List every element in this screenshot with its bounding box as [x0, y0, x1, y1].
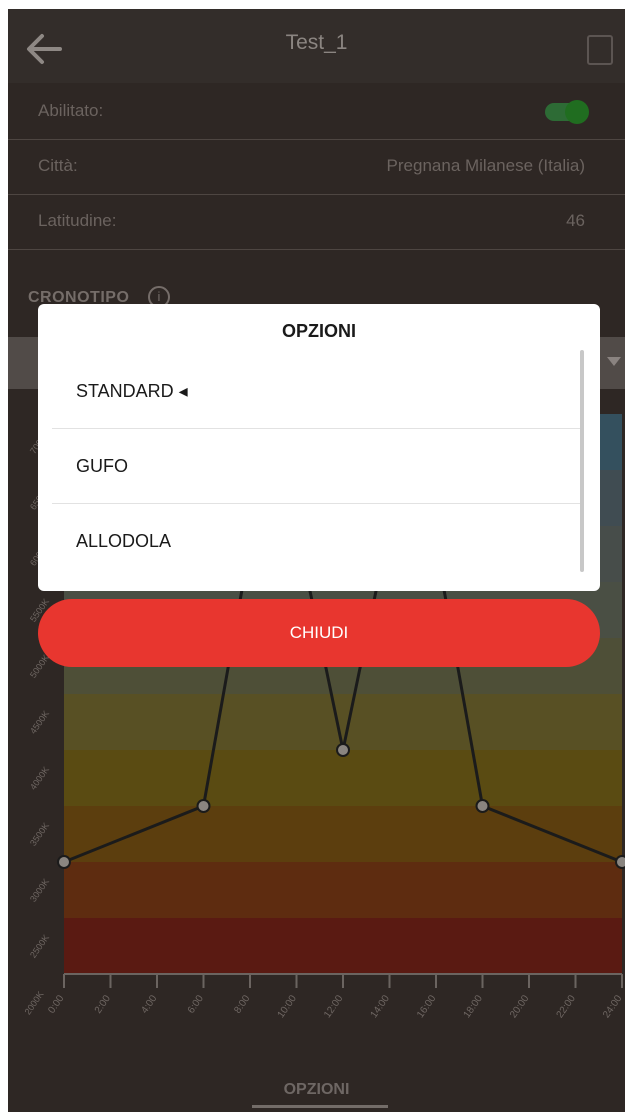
x-tick-label: 16:00 — [415, 993, 439, 1020]
chart-band — [64, 750, 622, 806]
x-tick-label: 0:00 — [46, 993, 66, 1016]
save-icon[interactable] — [587, 35, 613, 65]
x-tick-label: 22:00 — [555, 993, 579, 1020]
bottom-tab-options[interactable]: OPZIONI — [8, 1081, 625, 1099]
option-label: STANDARD ◂ — [76, 381, 188, 401]
page-title: Test_1 — [285, 31, 348, 54]
close-button[interactable]: CHIUDI — [38, 599, 600, 667]
x-tick-label: 20:00 — [508, 993, 532, 1020]
setting-row-latitude[interactable]: Latitudine: 46 — [8, 195, 625, 250]
chart-band — [64, 862, 622, 918]
x-tick-label: 2:00 — [93, 993, 113, 1016]
dialog-scrollbar[interactable] — [580, 350, 584, 572]
data-point — [475, 799, 490, 813]
setting-label: Latitudine: — [38, 211, 117, 230]
x-tick-label: 14:00 — [369, 993, 393, 1020]
chart-axis — [63, 973, 623, 988]
option-allodola[interactable]: ALLODOLA — [52, 504, 584, 578]
y-tick-label-first: 2000K — [23, 989, 46, 1016]
option-gufo[interactable]: GUFO — [52, 429, 584, 504]
y-tick-label: 3000K — [28, 877, 51, 904]
option-label: GUFO — [76, 456, 128, 476]
close-button-label: CHIUDI — [289, 623, 349, 642]
setting-value: Pregnana Milanese (Italia) — [386, 156, 585, 175]
app-bar: Test_1 — [8, 9, 625, 83]
options-dialog: OPZIONI STANDARD ◂ GUFO ALLODOLA — [38, 304, 600, 591]
y-tick-label: 4500K — [28, 709, 51, 736]
data-point — [196, 799, 211, 813]
setting-label: Città: — [38, 156, 78, 175]
x-tick-label: 8:00 — [232, 993, 252, 1016]
chart-band — [64, 694, 622, 750]
x-tick-label: 18:00 — [462, 993, 486, 1020]
x-tick-label: 6:00 — [186, 993, 206, 1016]
chart-band — [64, 918, 622, 974]
option-label: ALLODOLA — [76, 531, 172, 551]
setting-row-city[interactable]: Città: Pregnana Milanese (Italia) — [8, 140, 625, 195]
option-standard[interactable]: STANDARD ◂ — [52, 354, 584, 429]
x-tick-label: 10:00 — [276, 993, 300, 1020]
data-point — [615, 855, 625, 869]
dialog-title: OPZIONI — [281, 321, 356, 341]
chevron-down-icon — [607, 357, 621, 366]
enabled-toggle[interactable] — [545, 100, 589, 124]
toggle-knob — [565, 100, 589, 124]
chart-band — [64, 806, 622, 862]
x-tick-label: 4:00 — [139, 993, 159, 1016]
setting-row-enabled: Abilitato: — [8, 85, 625, 140]
y-tick-label: 2500K — [28, 933, 51, 960]
x-tick-label: 12:00 — [322, 993, 346, 1020]
y-tick-label: 3500K — [28, 821, 51, 848]
data-point — [57, 855, 71, 869]
setting-label: Abilitato: — [38, 101, 104, 120]
y-tick-label: 4000K — [28, 765, 51, 792]
tab-indicator — [252, 1105, 388, 1108]
app-screen: Test_1 Abilitato: Città: Pregnana Milane… — [8, 9, 625, 1112]
x-tick-label: 24:00 — [601, 993, 625, 1020]
data-point — [336, 743, 350, 757]
setting-value: 46 — [566, 211, 585, 230]
